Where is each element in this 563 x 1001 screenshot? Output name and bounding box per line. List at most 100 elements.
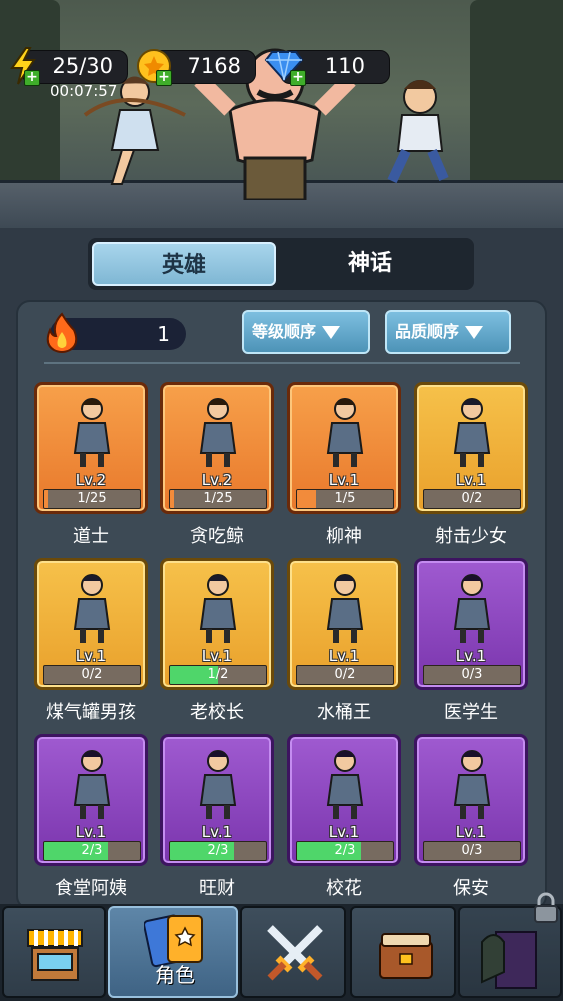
hero-progress-bar: 2/3 (296, 841, 394, 861)
hero-card[interactable]: Lv.1 0/3 (414, 558, 528, 690)
hero-portrait-icon (326, 574, 364, 643)
hero-level: Lv.1 (201, 647, 233, 665)
hero-name: 贪吃鲸 (190, 526, 244, 547)
hero-level: Lv.1 (75, 647, 107, 665)
hero-level: Lv.1 (328, 471, 360, 489)
hero-portrait-icon (326, 750, 364, 819)
hero-name: 医学生 (444, 702, 498, 723)
hero-level: Lv.1 (328, 647, 360, 665)
add-gems-button[interactable]: + (290, 70, 306, 86)
hero-banner: 25/30 + 00:07:57 7168 + 110 + (0, 0, 563, 232)
sort-by-level-label: 等级顺序 (252, 322, 317, 341)
hero-card[interactable]: Lv.1 0/2 (414, 382, 528, 514)
hero-card[interactable]: Lv.1 1/5 (287, 382, 401, 514)
sort-by-quality-button[interactable]: 品质顺序 (385, 310, 511, 354)
hero-card[interactable]: Lv.1 2/3 (287, 734, 401, 866)
hero-progress-bar: 0/3 (423, 841, 521, 861)
nav-shop[interactable] (2, 906, 106, 998)
hero-portrait-icon (199, 750, 237, 819)
hero-progress-bar: 0/3 (423, 665, 521, 685)
hero-name: 水桶王 (317, 702, 371, 723)
hero-name: 射击少女 (435, 526, 507, 547)
hero-progress-bar: 0/2 (43, 665, 141, 685)
nav-characters-label: 角色 (155, 963, 195, 987)
dropdown-triangle-icon (322, 326, 341, 339)
gem-value: 110 (324, 54, 365, 78)
tab-myths[interactable]: 神话 (278, 242, 462, 286)
crossed-swords-icon (267, 925, 323, 981)
dropdown-triangle-icon (465, 326, 484, 339)
sort-by-level-button[interactable]: 等级顺序 (242, 310, 370, 354)
hero-portrait-icon (199, 574, 237, 643)
nav-battle[interactable] (240, 906, 346, 998)
hero-level: Lv.2 (201, 471, 233, 489)
hero-portrait-icon (453, 750, 491, 819)
hero-progress-text: 0/3 (461, 843, 483, 858)
tab-heroes[interactable]: 英雄 (92, 242, 276, 286)
hero-card[interactable]: Lv.1 0/3 (414, 734, 528, 866)
hero-card[interactable]: Lv.1 0/2 (287, 558, 401, 690)
hero-progress-bar: 2/3 (169, 841, 267, 861)
hero-card[interactable]: Lv.2 1/25 (34, 382, 148, 514)
hero-portrait-icon (453, 398, 491, 467)
shop-stall-icon (27, 929, 83, 981)
hero-progress-text: 0/2 (81, 667, 103, 682)
fire-icon (46, 312, 78, 353)
hero-portrait-icon (326, 398, 364, 467)
hero-card[interactable]: Lv.2 1/25 (160, 382, 274, 514)
running-boy-illustration (387, 80, 449, 184)
nav-book[interactable] (350, 906, 456, 998)
energy-value: 25/30 (52, 54, 113, 78)
hero-name: 道士 (73, 526, 109, 547)
hero-progress-text: 2/3 (81, 843, 103, 858)
hero-progress-text: 1/25 (77, 491, 107, 506)
category-tabs: 英雄 神话 (88, 238, 474, 290)
hero-name: 旺财 (199, 878, 235, 899)
coin-value: 7168 (187, 54, 241, 78)
hero-level: Lv.1 (455, 471, 487, 489)
hero-progress-text: 2/3 (207, 843, 229, 858)
hero-progress-text: 0/2 (334, 667, 356, 682)
hero-card[interactable]: Lv.1 1/2 (160, 558, 274, 690)
hero-progress-text: 1/25 (203, 491, 233, 506)
hero-portrait-icon (73, 750, 111, 819)
hero-level: Lv.1 (455, 823, 487, 841)
hero-name: 食堂阿姨 (55, 878, 127, 899)
hero-progress-bar: 1/5 (296, 489, 394, 509)
hero-progress-text: 1/2 (207, 667, 229, 682)
hero-name: 煤气罐男孩 (46, 702, 136, 723)
hero-progress-bar: 0/2 (423, 489, 521, 509)
hero-progress-bar: 0/2 (296, 665, 394, 685)
door-lock-icon (481, 931, 537, 989)
hero-portrait-icon (73, 398, 111, 467)
hero-progress-bar: 1/25 (43, 489, 141, 509)
divider (44, 362, 520, 364)
hero-card[interactable]: Lv.1 2/3 (160, 734, 274, 866)
hero-progress-text: 0/2 (461, 491, 483, 506)
hero-level: Lv.1 (75, 823, 107, 841)
padlock-icon (534, 892, 558, 923)
hero-level: Lv.1 (328, 823, 360, 841)
book-icon (379, 933, 433, 979)
hero-portrait-icon (73, 574, 111, 643)
hero-progress-bar: 2/3 (43, 841, 141, 861)
add-coins-button[interactable]: + (156, 70, 172, 86)
fire-count-value: 1 (157, 322, 170, 346)
add-energy-button[interactable]: + (24, 70, 40, 86)
hero-progress-text: 1/5 (334, 491, 356, 506)
hero-card[interactable]: Lv.1 0/2 (34, 558, 148, 690)
hero-progress-text: 0/3 (461, 667, 483, 682)
hero-level: Lv.2 (75, 471, 107, 489)
hero-name: 校花 (326, 878, 362, 899)
hero-level: Lv.1 (201, 823, 233, 841)
hero-progress-text: 2/3 (334, 843, 356, 858)
hero-card[interactable]: Lv.1 2/3 (34, 734, 148, 866)
sort-by-quality-label: 品质顺序 (395, 322, 460, 341)
hero-portrait-icon (453, 574, 491, 643)
hero-level: Lv.1 (455, 647, 487, 665)
hero-name: 保安 (453, 878, 489, 899)
hero-progress-bar: 1/25 (169, 489, 267, 509)
hero-progress-bar: 1/2 (169, 665, 267, 685)
nav-characters[interactable]: 角色 (108, 906, 238, 998)
hero-name: 柳神 (326, 526, 362, 547)
